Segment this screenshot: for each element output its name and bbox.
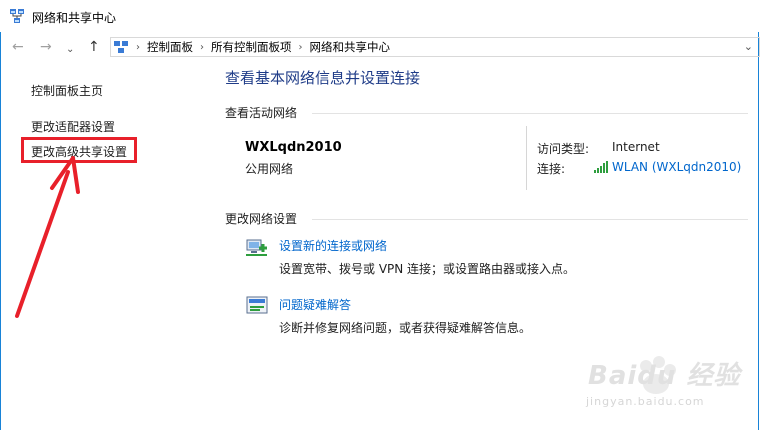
forward-arrow-icon[interactable]: → xyxy=(40,39,52,55)
section-divider xyxy=(312,113,748,114)
page-title: 查看基本网络信息并设置连接 xyxy=(225,69,421,87)
watermark-brand: Baidu 经验 xyxy=(588,361,741,391)
network-divider xyxy=(526,126,527,190)
troubleshoot-icon xyxy=(246,296,268,314)
annotation-arrow xyxy=(15,156,80,318)
setup-connection-link[interactable]: 设置新的连接或网络 xyxy=(279,237,387,254)
connection-label: 连接: xyxy=(537,162,566,176)
back-arrow-icon[interactable]: ← xyxy=(12,39,24,55)
troubleshoot-link[interactable]: 问题疑难解答 xyxy=(279,296,351,313)
connection-link[interactable]: WLAN (WXLqdn2010) xyxy=(612,160,741,174)
wifi-signal-icon xyxy=(594,161,608,173)
breadcrumb-chevron-icon: › xyxy=(200,41,204,53)
setup-connection-desc: 设置宽带、拨号或 VPN 连接；或设置路由器或接入点。 xyxy=(279,262,576,276)
breadcrumb-all-items[interactable]: 所有控制面板项 xyxy=(211,39,292,55)
breadcrumb: › 控制面板 › 所有控制面板项 › 网络和共享中心 xyxy=(111,38,390,56)
sidebar-item-control-panel-home[interactable]: 控制面板主页 xyxy=(31,82,103,99)
access-type-value: Internet xyxy=(612,140,660,154)
window-title: 网络和共享中心 xyxy=(32,11,117,25)
recent-locations-chevron-icon[interactable]: ⌄ xyxy=(66,42,74,58)
breadcrumb-chevron-icon: › xyxy=(298,41,303,53)
section-title-change-settings: 更改网络设置 xyxy=(225,212,298,226)
breadcrumb-network-center[interactable]: 网络和共享中心 xyxy=(310,39,391,55)
address-bar[interactable]: › 控制面板 › 所有控制面板项 › 网络和共享中心 ⌄ xyxy=(110,37,760,57)
network-name: WXLqdn2010 xyxy=(245,140,342,155)
troubleshoot-desc: 诊断并修复网络问题，或者获得疑难解答信息。 xyxy=(279,321,532,335)
access-type-label: 访问类型: xyxy=(537,142,590,156)
breadcrumb-control-panel[interactable]: 控制面板 xyxy=(147,39,193,55)
address-dropdown-icon[interactable]: ⌄ xyxy=(744,40,753,53)
up-arrow-icon[interactable]: ↑ xyxy=(88,39,100,55)
section-title-active-networks: 查看活动网络 xyxy=(225,106,298,120)
network-category[interactable]: 公用网络 xyxy=(245,160,293,177)
network-center-icon xyxy=(10,9,24,23)
new-connection-icon xyxy=(246,239,267,256)
watermark-url: jingyan.baidu.com xyxy=(586,395,705,408)
title-bar: 网络和共享中心 xyxy=(0,0,761,32)
breadcrumb-chevron-icon: › xyxy=(136,41,140,53)
section-divider xyxy=(312,219,748,220)
control-panel-icon xyxy=(114,41,128,53)
sidebar-item-change-adapter[interactable]: 更改适配器设置 xyxy=(31,118,115,135)
